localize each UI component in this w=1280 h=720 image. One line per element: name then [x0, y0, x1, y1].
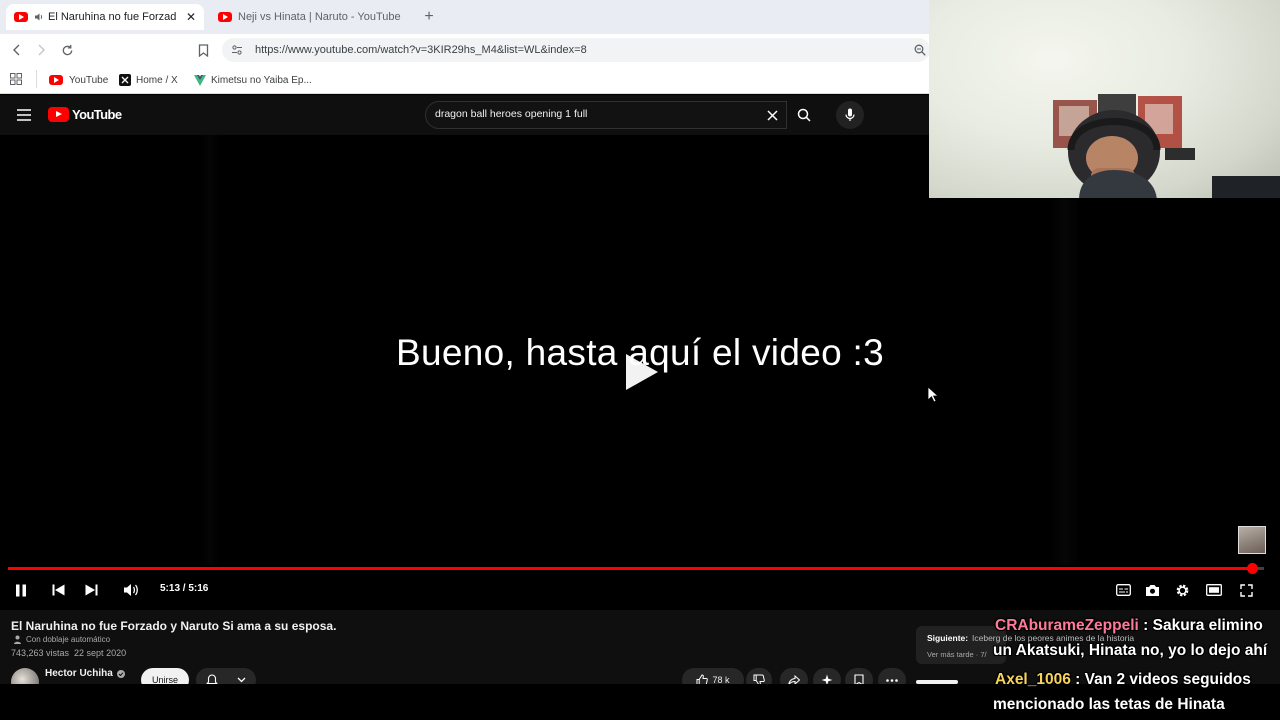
apps-grid-icon[interactable] — [8, 71, 24, 87]
bookmark-item-x[interactable]: Home / X — [119, 72, 178, 88]
youtube-logo-icon — [48, 107, 69, 122]
next-icon[interactable] — [80, 580, 102, 600]
reload-icon[interactable] — [58, 41, 76, 59]
chat-username: CRAburameZeppeli — [995, 617, 1139, 634]
chat-text: : Van 2 videos seguidos — [1070, 671, 1251, 688]
person-dub-icon — [14, 635, 23, 644]
bookmark-item-kimetsu[interactable]: Kimetsu no Yaiba Ep... — [194, 72, 312, 88]
previous-icon[interactable] — [47, 580, 69, 600]
bookmark-icon[interactable] — [194, 41, 212, 59]
close-tab-icon[interactable]: ✕ — [186, 10, 196, 24]
video-title: El Naruhina no fue Forzado y Naruto Si a… — [11, 619, 337, 633]
screenshot-icon[interactable] — [1141, 580, 1163, 600]
verified-icon — [116, 669, 125, 678]
time-display: 5:13 / 5:16 — [160, 583, 209, 594]
tab-title: El Naruhina no fue Forzado y — [48, 11, 176, 23]
chat-message-continued: mencionado las tetas de Hinata — [993, 696, 1225, 713]
video-frame-shading — [1050, 135, 1080, 565]
next-up-label: Siguiente: — [927, 633, 969, 643]
voice-search-button[interactable] — [836, 101, 864, 129]
progress-bar-fill — [8, 567, 1252, 570]
youtube-favicon-icon — [14, 12, 28, 22]
search-icon[interactable] — [794, 105, 814, 125]
chat-text: : Sakura elimino — [1138, 617, 1263, 634]
progress-scrubber[interactable] — [1247, 563, 1258, 574]
zoom-icon[interactable] — [912, 42, 928, 58]
bookmarks-divider — [36, 70, 37, 88]
mouse-cursor-icon — [927, 386, 939, 403]
speaker-icon[interactable] — [34, 12, 44, 22]
browser-tab-active[interactable]: El Naruhina no fue Forzado y ✕ — [6, 4, 204, 30]
youtube-favicon-icon — [218, 12, 232, 22]
fullscreen-icon[interactable] — [1235, 580, 1257, 600]
new-tab-button[interactable]: + — [420, 8, 438, 26]
video-frame-shading — [200, 135, 220, 565]
miniplayer-thumbnail[interactable] — [1238, 526, 1266, 554]
settings-gear-icon[interactable] — [1171, 580, 1193, 600]
youtube-icon — [49, 75, 63, 85]
clear-search-icon[interactable] — [762, 105, 782, 125]
volume-icon[interactable] — [120, 580, 142, 600]
bookmark-item-youtube[interactable]: YouTube — [49, 72, 108, 88]
more-horizontal-icon — [886, 678, 898, 682]
channel-name-text: Hector Uchiha — [45, 668, 113, 679]
webcam-scene — [1053, 94, 1280, 198]
big-play-icon[interactable] — [618, 352, 662, 392]
video-stats: 743,263 vistas 22 sept 2020 — [11, 648, 127, 658]
subtitles-icon[interactable] — [1112, 580, 1134, 600]
youtube-logo[interactable]: YouTube — [48, 107, 122, 122]
browser-tab[interactable]: Neji vs Hinata | Naruto - YouTube — [212, 4, 412, 30]
next-up-more: Ver más tarde · 7/ — [927, 650, 987, 659]
back-icon[interactable] — [8, 41, 26, 59]
menu-icon[interactable] — [14, 105, 34, 125]
theater-mode-icon[interactable] — [1203, 580, 1225, 600]
url-text[interactable]: https://www.youtube.com/watch?v=3KIR29hs… — [255, 44, 587, 56]
search-query-text[interactable]: dragon ball heroes opening 1 full — [435, 108, 587, 120]
site-settings-icon[interactable] — [229, 42, 245, 58]
forward-icon[interactable] — [32, 41, 50, 59]
tab-title: Neji vs Hinata | Naruto - YouTube — [238, 11, 401, 23]
chat-message-continued: un Akatsuki, Hinata no, yo lo dejo ahí — [993, 642, 1268, 659]
bookmark-label: Kimetsu no Yaiba Ep... — [211, 74, 312, 86]
chat-username: Axel_1006 — [995, 671, 1071, 688]
dub-label-text: Con doblaje automático — [26, 635, 111, 644]
youtube-logo-text: YouTube — [72, 107, 122, 122]
pause-icon[interactable] — [10, 580, 32, 600]
chat-message: CRAburameZeppeli : Sakura elimino — [995, 614, 1263, 638]
bookmark-label: YouTube — [69, 74, 109, 86]
channel-name[interactable]: Hector Uchiha — [45, 668, 125, 679]
dub-label: Con doblaje automático — [14, 635, 110, 644]
chat-message: Axel_1006 : Van 2 videos seguidos — [995, 668, 1251, 692]
vue-icon — [194, 74, 206, 86]
webcam-overlay — [929, 0, 1280, 198]
bookmark-label: Home / X — [136, 74, 178, 86]
x-logo-icon — [119, 74, 131, 86]
microphone-icon — [845, 108, 855, 122]
chevron-down-icon — [237, 677, 246, 683]
